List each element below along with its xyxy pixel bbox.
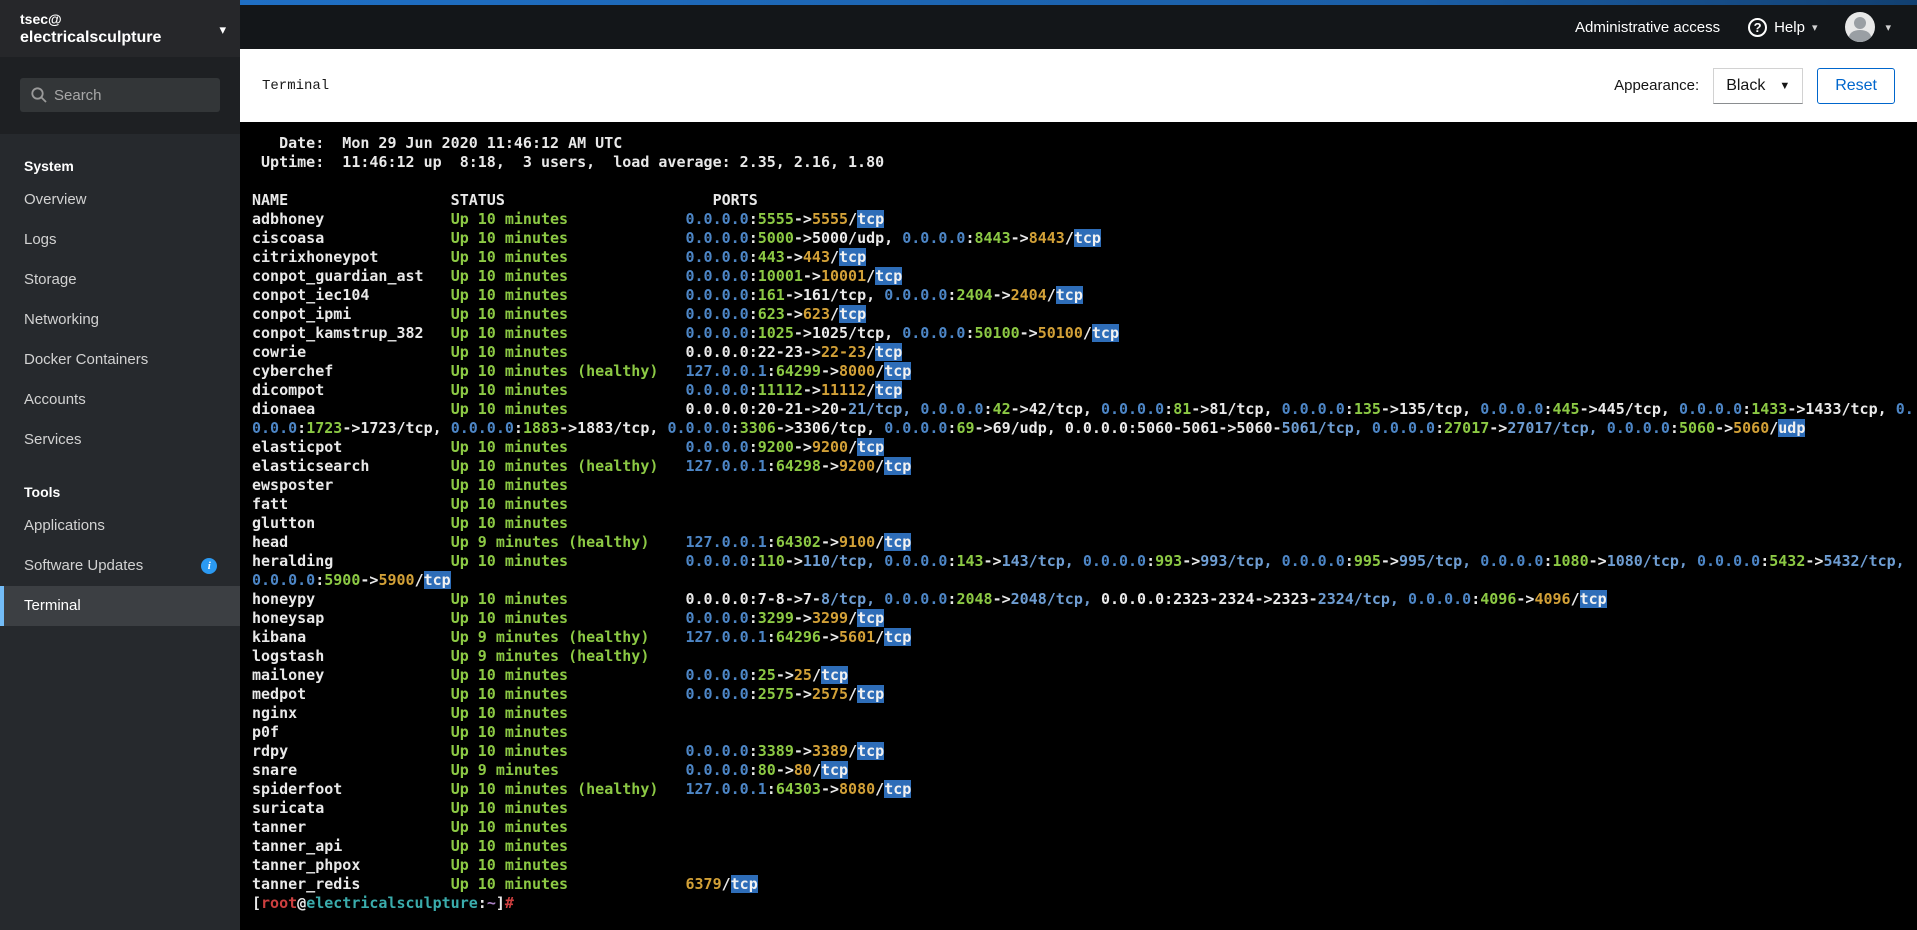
info-icon: i xyxy=(201,558,218,574)
sidebar-item-label: Overview xyxy=(24,191,87,208)
container-row: glutton Up 10 minutes xyxy=(252,514,686,532)
brand-block[interactable]: tsec@ electricalsculpture ▾ xyxy=(0,0,240,57)
container-row: mailoney Up 10 minutes 0.0.0.0:25->25/tc… xyxy=(252,666,849,684)
container-row: ewsposter Up 10 minutes xyxy=(252,476,686,494)
sidebar-item-overview[interactable]: Overview xyxy=(0,180,240,220)
container-row: suricata Up 10 minutes xyxy=(252,799,686,817)
terminal-line: Date: Mon 29 Jun 2020 11:46:12 AM UTC xyxy=(252,134,623,152)
sidebar-item-label: Logs xyxy=(24,231,57,248)
sidebar-item-label: Terminal xyxy=(24,597,81,614)
sidebar-item-label: Applications xyxy=(24,517,105,534)
help-label: Help xyxy=(1774,18,1805,36)
reset-button[interactable]: Reset xyxy=(1817,67,1895,104)
container-row: snare Up 9 minutes 0.0.0.0:80->80/tcp xyxy=(252,761,849,779)
page-title: Terminal xyxy=(262,77,330,94)
container-row: adbhoney Up 10 minutes 0.0.0.0:5555->555… xyxy=(252,210,885,228)
container-row: elasticsearch Up 10 minutes (healthy) 12… xyxy=(252,457,912,475)
container-row: logstash Up 9 minutes (healthy) xyxy=(252,647,686,665)
sidebar-item-label: Services xyxy=(24,431,82,448)
sidebar-item-label: Software Updates xyxy=(24,557,144,574)
search-icon xyxy=(31,87,47,103)
container-row: dicompot Up 10 minutes 0.0.0.0:11112->11… xyxy=(252,381,903,399)
container-row: kibana Up 9 minutes (healthy) 127.0.0.1:… xyxy=(252,628,912,646)
container-row: spiderfoot Up 10 minutes (healthy) 127.0… xyxy=(252,780,912,798)
sidebar-item-software-updates[interactable]: Software Updates i xyxy=(0,546,240,586)
terminal-line: [root@electricalsculpture:~]# xyxy=(252,894,514,912)
container-row: nginx Up 10 minutes xyxy=(252,704,686,722)
container-row: rdpy Up 10 minutes 0.0.0.0:3389->3389/tc… xyxy=(252,742,885,760)
container-row: medpot Up 10 minutes 0.0.0.0:2575->2575/… xyxy=(252,685,885,703)
container-row: elasticpot Up 10 minutes 0.0.0.0:9200->9… xyxy=(252,438,885,456)
sidebar-item-label: Accounts xyxy=(24,391,86,408)
chevron-down-icon: ▾ xyxy=(219,22,226,37)
terminal-output[interactable]: Date: Mon 29 Jun 2020 11:46:12 AM UTC Up… xyxy=(240,122,1917,930)
brand-hostname: electricalsculpture xyxy=(20,29,162,46)
container-row: conpot_ipmi Up 10 minutes 0.0.0.0:623->6… xyxy=(252,305,867,323)
chevron-down-icon: ▾ xyxy=(1811,21,1818,34)
container-row: heralding Up 10 minutes 0.0.0.0:110->110… xyxy=(252,552,1905,570)
chevron-down-icon: ▼ xyxy=(1779,79,1791,92)
terminal-line: Uptime: 11:46:12 up 8:18, 3 users, load … xyxy=(252,153,885,171)
sidebar-item-logs[interactable]: Logs xyxy=(0,220,240,260)
sidebar-group-title: System xyxy=(24,158,74,174)
sidebar-item-accounts[interactable]: Accounts xyxy=(0,380,240,420)
masthead: Administrative access ? Help ▾ ▾ xyxy=(240,5,1917,49)
sidebar-nav: System Overview Logs Storage Networking Docke… xyxy=(0,134,240,626)
sidebar-item-storage[interactable]: Storage xyxy=(0,260,240,300)
container-row: honeypy Up 10 minutes 0.0.0.0:7-8->7-8/t… xyxy=(252,590,1607,608)
container-row: tanner_redis Up 10 minutes 6379/tcp xyxy=(252,875,758,893)
help-menu[interactable]: ? Help ▾ xyxy=(1748,17,1818,37)
sidebar-item-applications[interactable]: Applications xyxy=(0,506,240,546)
sidebar-item-services[interactable]: Services xyxy=(0,420,240,460)
appearance-label: Appearance: xyxy=(1614,77,1700,94)
sidebar-group-title: Tools xyxy=(24,484,61,500)
sidebar-item-networking[interactable]: Networking xyxy=(0,300,240,340)
sidebar-item-label: Storage xyxy=(24,271,77,288)
terminal-line: 0.0.0.0:5900->5900/tcp xyxy=(252,571,451,589)
search-strip xyxy=(0,57,240,134)
terminal-toolbar: Terminal Appearance: Black ▼ Reset xyxy=(240,49,1917,122)
appearance-select[interactable]: Black ▼ xyxy=(1713,67,1804,104)
container-row: citrixhoneypot Up 10 minutes 0.0.0.0:443… xyxy=(252,248,867,266)
container-row: head Up 9 minutes (healthy) 127.0.0.1:64… xyxy=(252,533,912,551)
terminal-line: 0.0.0:1723->1723/tcp, 0.0.0.0:1883->1883… xyxy=(252,419,1806,437)
container-row: ciscoasa Up 10 minutes 0.0.0.0:5000->500… xyxy=(252,229,1101,247)
sidebar-item-docker-containers[interactable]: Docker Containers xyxy=(0,340,240,380)
brand-user: tsec@ xyxy=(20,11,62,27)
container-row: fatt Up 10 minutes xyxy=(252,495,686,513)
sidebar-item-label: Networking xyxy=(24,311,100,328)
container-row: tanner Up 10 minutes xyxy=(252,818,686,836)
container-row: conpot_guardian_ast Up 10 minutes 0.0.0.… xyxy=(252,267,903,285)
container-row: honeysap Up 10 minutes 0.0.0.0:3299->329… xyxy=(252,609,885,627)
sidebar: System Overview Logs Storage Networking Docke… xyxy=(0,57,240,930)
terminal-line: NAME STATUS PORTS xyxy=(252,191,758,209)
user-menu[interactable]: ▾ xyxy=(1845,12,1891,42)
question-icon: ? xyxy=(1748,17,1768,37)
appearance-value: Black xyxy=(1726,76,1766,94)
sidebar-item-terminal[interactable]: Terminal xyxy=(0,586,240,626)
container-row: tanner_phpox Up 10 minutes xyxy=(252,856,686,874)
container-row: conpot_iec104 Up 10 minutes 0.0.0.0:161-… xyxy=(252,286,1083,304)
search-input[interactable] xyxy=(20,78,220,112)
container-row: dionaea Up 10 minutes 0.0.0.0:20-21->20-… xyxy=(252,400,1914,418)
container-row: cowrie Up 10 minutes 0.0.0.0:22-23->22-2… xyxy=(252,343,903,361)
avatar xyxy=(1845,12,1876,42)
admin-access-label: Administrative access xyxy=(1575,18,1721,36)
container-row: p0f Up 10 minutes xyxy=(252,723,686,741)
container-row: tanner_api Up 10 minutes xyxy=(252,837,686,855)
container-row: conpot_kamstrup_382 Up 10 minutes 0.0.0.… xyxy=(252,324,1119,342)
sidebar-item-label: Docker Containers xyxy=(24,351,149,368)
container-row: cyberchef Up 10 minutes (healthy) 127.0.… xyxy=(252,362,912,380)
chevron-down-icon: ▾ xyxy=(1885,21,1891,34)
